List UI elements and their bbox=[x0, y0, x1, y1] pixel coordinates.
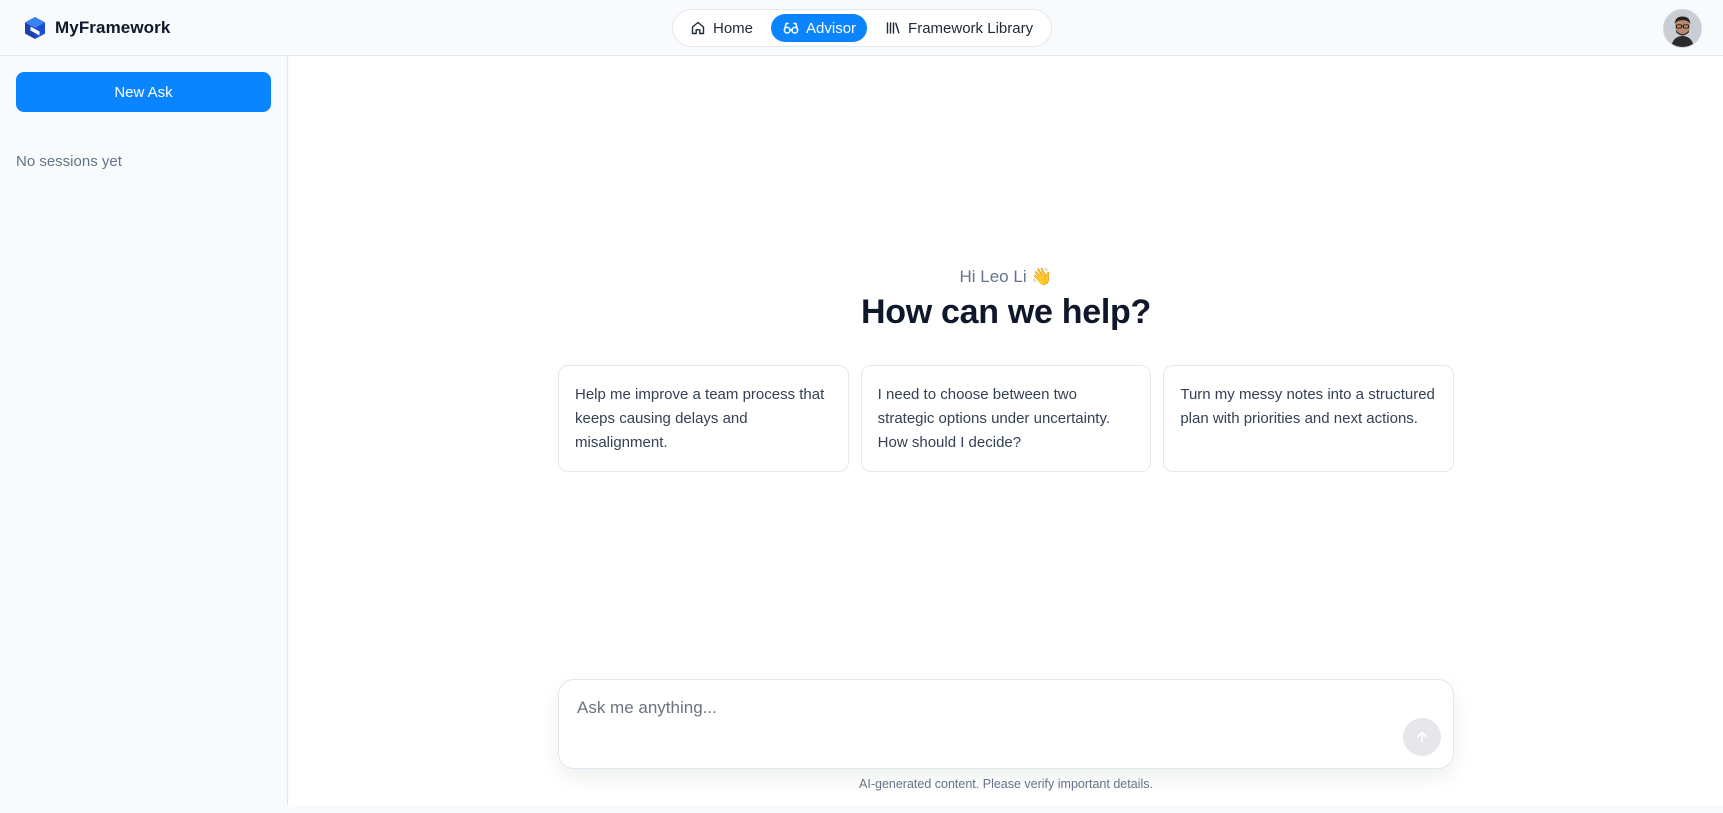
new-ask-button[interactable]: New Ask bbox=[16, 72, 271, 112]
main-panel: Hi Leo Li 👋 How can we help? Help me imp… bbox=[289, 56, 1723, 805]
chat-composer bbox=[558, 679, 1454, 769]
user-avatar-image bbox=[1664, 10, 1701, 47]
nav-label-home: Home bbox=[713, 19, 754, 37]
sidebar: New Ask No sessions yet bbox=[0, 56, 288, 805]
ask-input[interactable] bbox=[577, 698, 1377, 726]
library-icon bbox=[886, 22, 900, 34]
nav-item-framework-library[interactable]: Framework Library bbox=[873, 14, 1045, 42]
ai-disclaimer: AI-generated content. Please verify impo… bbox=[859, 777, 1153, 791]
send-button[interactable] bbox=[1403, 718, 1441, 756]
nav-label-framework-library: Framework Library bbox=[908, 19, 1034, 37]
nav-label-advisor: Advisor bbox=[806, 19, 857, 37]
brand[interactable]: MyFramework bbox=[24, 15, 170, 41]
empty-sessions-text: No sessions yet bbox=[16, 153, 122, 170]
suggestion-card-team-process[interactable]: Help me improve a team process that keep… bbox=[558, 365, 849, 472]
cube-logo-icon bbox=[25, 17, 45, 39]
top-bar: MyFramework Home Advisor Framework Libra… bbox=[0, 0, 1723, 56]
nav-item-advisor[interactable]: Advisor bbox=[771, 14, 868, 42]
suggestion-card-strategic-options[interactable]: I need to choose between two strategic o… bbox=[860, 365, 1152, 472]
arrow-up-icon bbox=[1417, 731, 1427, 743]
glasses-icon bbox=[783, 22, 799, 34]
suggestion-card-structured-plan[interactable]: Turn my messy notes into a structured pl… bbox=[1163, 365, 1455, 472]
suggestion-cards: Help me improve a team process that keep… bbox=[558, 365, 1455, 472]
home-icon bbox=[691, 21, 705, 35]
brand-name: MyFramework bbox=[55, 18, 171, 37]
greeting-text: Hi Leo Li 👋 bbox=[959, 267, 1053, 286]
nav-item-home[interactable]: Home bbox=[678, 14, 765, 42]
main-nav: Home Advisor Framework Library bbox=[672, 9, 1052, 47]
user-avatar[interactable] bbox=[1663, 9, 1702, 48]
page-headline: How can we help? bbox=[861, 293, 1151, 331]
